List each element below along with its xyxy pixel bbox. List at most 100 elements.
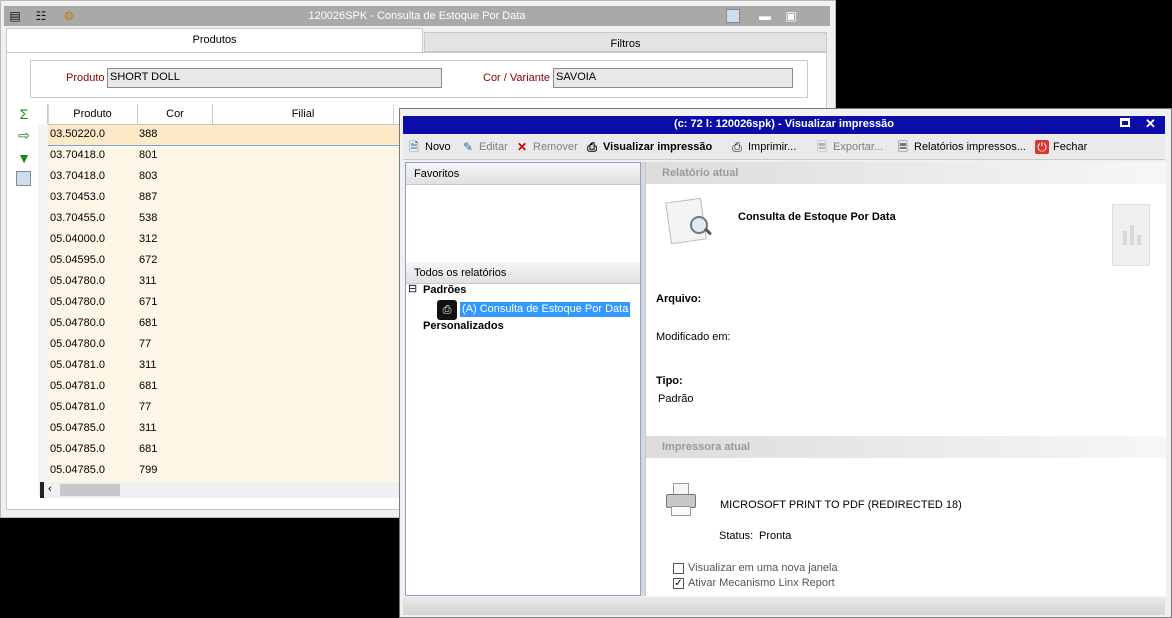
wrench-icon[interactable]: ⚙ <box>62 9 76 23</box>
cell-produto: 03.70418.0 <box>50 170 106 182</box>
col-produto-header[interactable]: Produto <box>48 104 138 124</box>
cell-cor: 681 <box>139 317 158 329</box>
report-name: Consulta de Estoque Por Data <box>738 211 896 223</box>
close-icon[interactable]: ✕ <box>1145 116 1156 132</box>
relatorios-impressos-button[interactable]: 🗏 Relatórios impressos... <box>896 139 1026 155</box>
cell-cor: 801 <box>139 149 158 161</box>
filter-box: Produto SHORT DOLL Cor / Variante SAVOIA <box>30 60 808 98</box>
cell-produto: 05.04781.0 <box>50 401 106 413</box>
sum-icon[interactable]: Σ <box>16 106 32 122</box>
dialog-title: (c: 72 l: 120026spk) - Visualizar impres… <box>674 118 894 130</box>
cell-cor: 803 <box>139 170 158 182</box>
expand-down-icon[interactable]: ▼ <box>16 150 32 166</box>
scroll-left-icon[interactable]: ‹ <box>48 483 52 495</box>
remove-icon: ✕ <box>516 140 528 155</box>
reports-icon: 🗏 <box>898 140 908 155</box>
novo-button[interactable]: 🗎 Novo <box>407 139 451 155</box>
produto-field[interactable]: SHORT DOLL <box>107 68 442 88</box>
cell-produto: 05.04785.0 <box>50 443 106 455</box>
edit-icon: ✎ <box>462 140 474 155</box>
relatorio-atual-header: Relatório atual <box>646 162 1166 184</box>
todos-relatorios-header[interactable]: Todos os relatórios <box>406 262 640 284</box>
tree-item-consulta[interactable]: (A) Consulta de Estoque Por Data <box>460 302 631 317</box>
produto-label: Produto <box>66 72 105 84</box>
col-filial-header[interactable]: Filial <box>213 104 394 124</box>
imprimir-button[interactable]: ⎙ Imprimir... <box>730 139 796 155</box>
printer-device-icon <box>666 483 696 517</box>
col-cor-header[interactable]: Cor <box>138 104 213 124</box>
window-titlebar: 120026SPK - Consulta de Estoque Por Data… <box>4 6 830 26</box>
nova-janela-checkbox[interactable] <box>673 563 684 574</box>
dialog-titlebar: (c: 72 l: 120026spk) - Visualizar impres… <box>403 116 1165 134</box>
tree-node-personalizados[interactable]: Personalizados <box>423 320 504 332</box>
picture-icon[interactable] <box>16 171 31 186</box>
cell-cor: 681 <box>139 380 158 392</box>
cell-cor: 311 <box>139 422 157 434</box>
traffic-light-icon[interactable]: ☷ <box>34 9 48 23</box>
tab-produtos[interactable]: Produtos <box>6 28 423 52</box>
report-lock-icon: ⎙ <box>437 300 457 320</box>
cell-cor: 672 <box>139 254 158 266</box>
cell-produto: 03.50220.0 <box>50 128 106 140</box>
exportar-button[interactable]: 🗏 Exportar... <box>815 139 883 155</box>
cell-cor: 538 <box>139 212 158 224</box>
tree-node-padroes[interactable]: Padrões <box>423 284 466 296</box>
horizontal-scrollbar[interactable]: ‹ <box>44 482 400 498</box>
favoritos-header[interactable]: Favoritos <box>406 163 640 185</box>
collapse-icon[interactable]: ⊟ <box>408 284 419 295</box>
minimize-icon[interactable]: ▬ <box>758 9 772 23</box>
cell-cor: 311 <box>139 275 157 287</box>
cell-produto: 05.04780.0 <box>50 317 106 329</box>
cell-cor: 77 <box>139 401 152 413</box>
maximize-icon[interactable] <box>1120 118 1130 127</box>
export-arrow-icon[interactable]: ⇨ <box>16 127 32 143</box>
linx-report-checkbox[interactable]: ✓ <box>673 578 684 589</box>
cell-cor: 671 <box>139 296 158 308</box>
cell-produto: 03.70455.0 <box>50 212 106 224</box>
cell-cor: 77 <box>139 338 152 350</box>
report-list-pane: Favoritos Todos os relatórios ⊟ Padrões … <box>405 162 641 596</box>
document-watermark-icon <box>1112 204 1150 266</box>
linx-report-label: Ativar Mecanismo Linx Report <box>688 577 835 589</box>
editar-button[interactable]: ✎ Editar <box>461 139 508 155</box>
cell-cor: 311 <box>139 359 157 371</box>
nova-janela-label: Visualizar em uma nova janela <box>688 562 838 574</box>
tab-strip: Produtos Filtros <box>6 28 827 52</box>
printer-name: MICROSOFT PRINT TO PDF (REDIRECTED 18) <box>720 499 962 511</box>
tipo-label: Tipo: <box>656 375 683 387</box>
cell-cor: 681 <box>139 443 158 455</box>
cell-produto: 05.04780.0 <box>50 338 106 350</box>
tab-filtros[interactable]: Filtros <box>424 32 827 52</box>
cell-produto: 05.04781.0 <box>50 359 106 371</box>
impressora-atual-header: Impressora atual <box>646 436 1166 458</box>
cell-produto: 05.04780.0 <box>50 296 106 308</box>
cor-label: Cor / Variante <box>483 72 551 84</box>
cell-produto: 05.04781.0 <box>50 380 106 392</box>
maximize-icon[interactable]: ▣ <box>784 9 798 23</box>
new-document-icon: 🗎 <box>409 140 419 155</box>
remover-button[interactable]: ✕ Remover <box>515 139 578 155</box>
modificado-label: Modificado em: <box>656 331 731 343</box>
power-icon: ⏻ <box>1035 140 1049 155</box>
menu-icon[interactable]: ▤ <box>8 9 22 23</box>
cell-produto: 05.04785.0 <box>50 464 106 476</box>
export-icon: 🗏 <box>817 140 827 155</box>
window-title: 120026SPK - Consulta de Estoque Por Data <box>308 10 526 22</box>
visualizar-impressao-button[interactable]: ⎙ Visualizar impressão <box>585 139 712 155</box>
scroll-thumb[interactable] <box>60 484 120 496</box>
cell-cor: 887 <box>139 191 158 203</box>
cell-produto: 05.04785.0 <box>50 422 106 434</box>
status-value: Pronta <box>759 530 792 542</box>
arquivo-label: Arquivo: <box>656 293 702 305</box>
cell-produto: 05.04595.0 <box>50 254 106 266</box>
fechar-button[interactable]: ⏻ Fechar <box>1035 139 1087 155</box>
cell-cor: 312 <box>139 233 158 245</box>
cell-produto: 03.70453.0 <box>50 191 106 203</box>
cor-field[interactable]: SAVOIA <box>553 68 793 88</box>
image-icon[interactable] <box>726 9 740 23</box>
dialog-statusbar <box>403 597 1165 615</box>
cell-produto: 03.70418.0 <box>50 149 106 161</box>
cell-cor: 799 <box>139 464 158 476</box>
cell-produto: 05.04000.0 <box>50 233 106 245</box>
tipo-value: Padrão <box>658 393 694 405</box>
